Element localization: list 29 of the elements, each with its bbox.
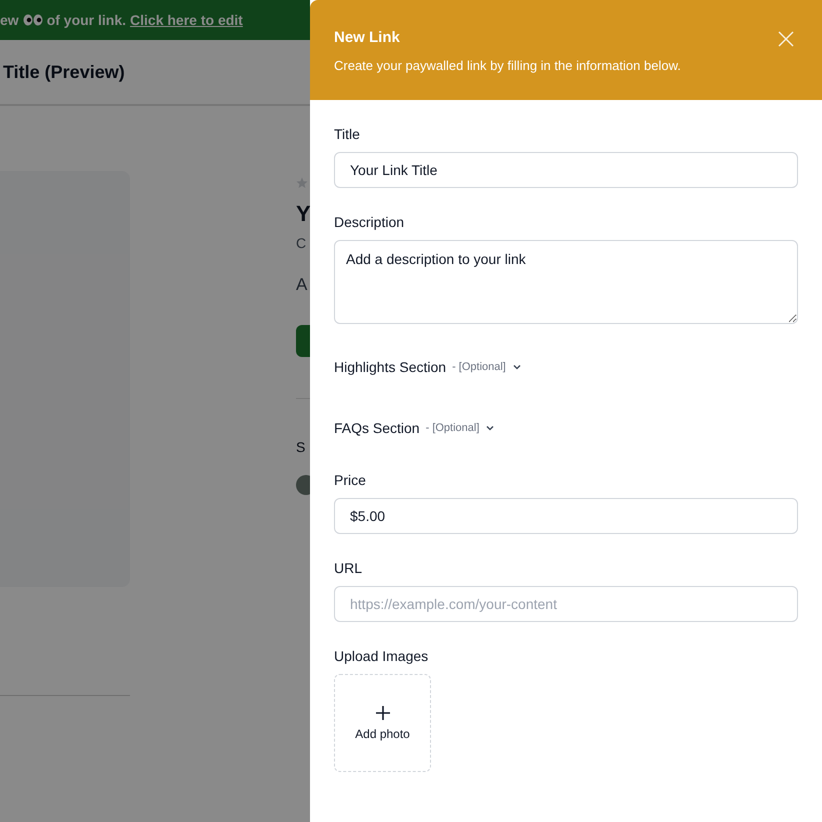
input-field[interactable]: $5.00 [334, 498, 798, 534]
field-label: URL [334, 560, 364, 576]
eyes-icon [22, 14, 43, 26]
close-icon[interactable] [778, 31, 794, 47]
social-icon[interactable] [296, 475, 310, 495]
textarea-field[interactable]: Add a description to your link [334, 240, 798, 324]
drawer-title: New Link [334, 29, 400, 46]
section-toggle[interactable]: FAQs Section - [Optional] [334, 420, 798, 436]
share-label: S [296, 439, 306, 455]
plus-icon [374, 705, 390, 721]
input-field[interactable]: https://example.com/your-content [334, 586, 798, 622]
add-photo-button[interactable]: Add photo [334, 674, 431, 772]
chevron-icon [485, 423, 496, 433]
field-label: Upload Images [334, 648, 430, 664]
buy-button[interactable] [296, 325, 310, 357]
chevron-icon [512, 362, 522, 372]
preview-subtitle: C [296, 235, 306, 251]
field-label: Price [334, 472, 367, 488]
field-label: Title [334, 126, 361, 142]
banner-text: ew [0, 12, 19, 28]
input-field[interactable]: Your Link Title [334, 152, 798, 188]
preview-description: A [296, 275, 308, 295]
banner-text: of your link. [46, 12, 126, 28]
star-icon [296, 177, 308, 189]
field-label: Description [334, 214, 406, 230]
preview-title: Y [296, 201, 310, 227]
section-toggle[interactable]: Highlights Section - [Optional] [334, 359, 798, 375]
drawer-subtitle: Create your paywalled link by filling in the information below. [334, 58, 682, 73]
page-title: Title (Preview) [3, 62, 125, 82]
